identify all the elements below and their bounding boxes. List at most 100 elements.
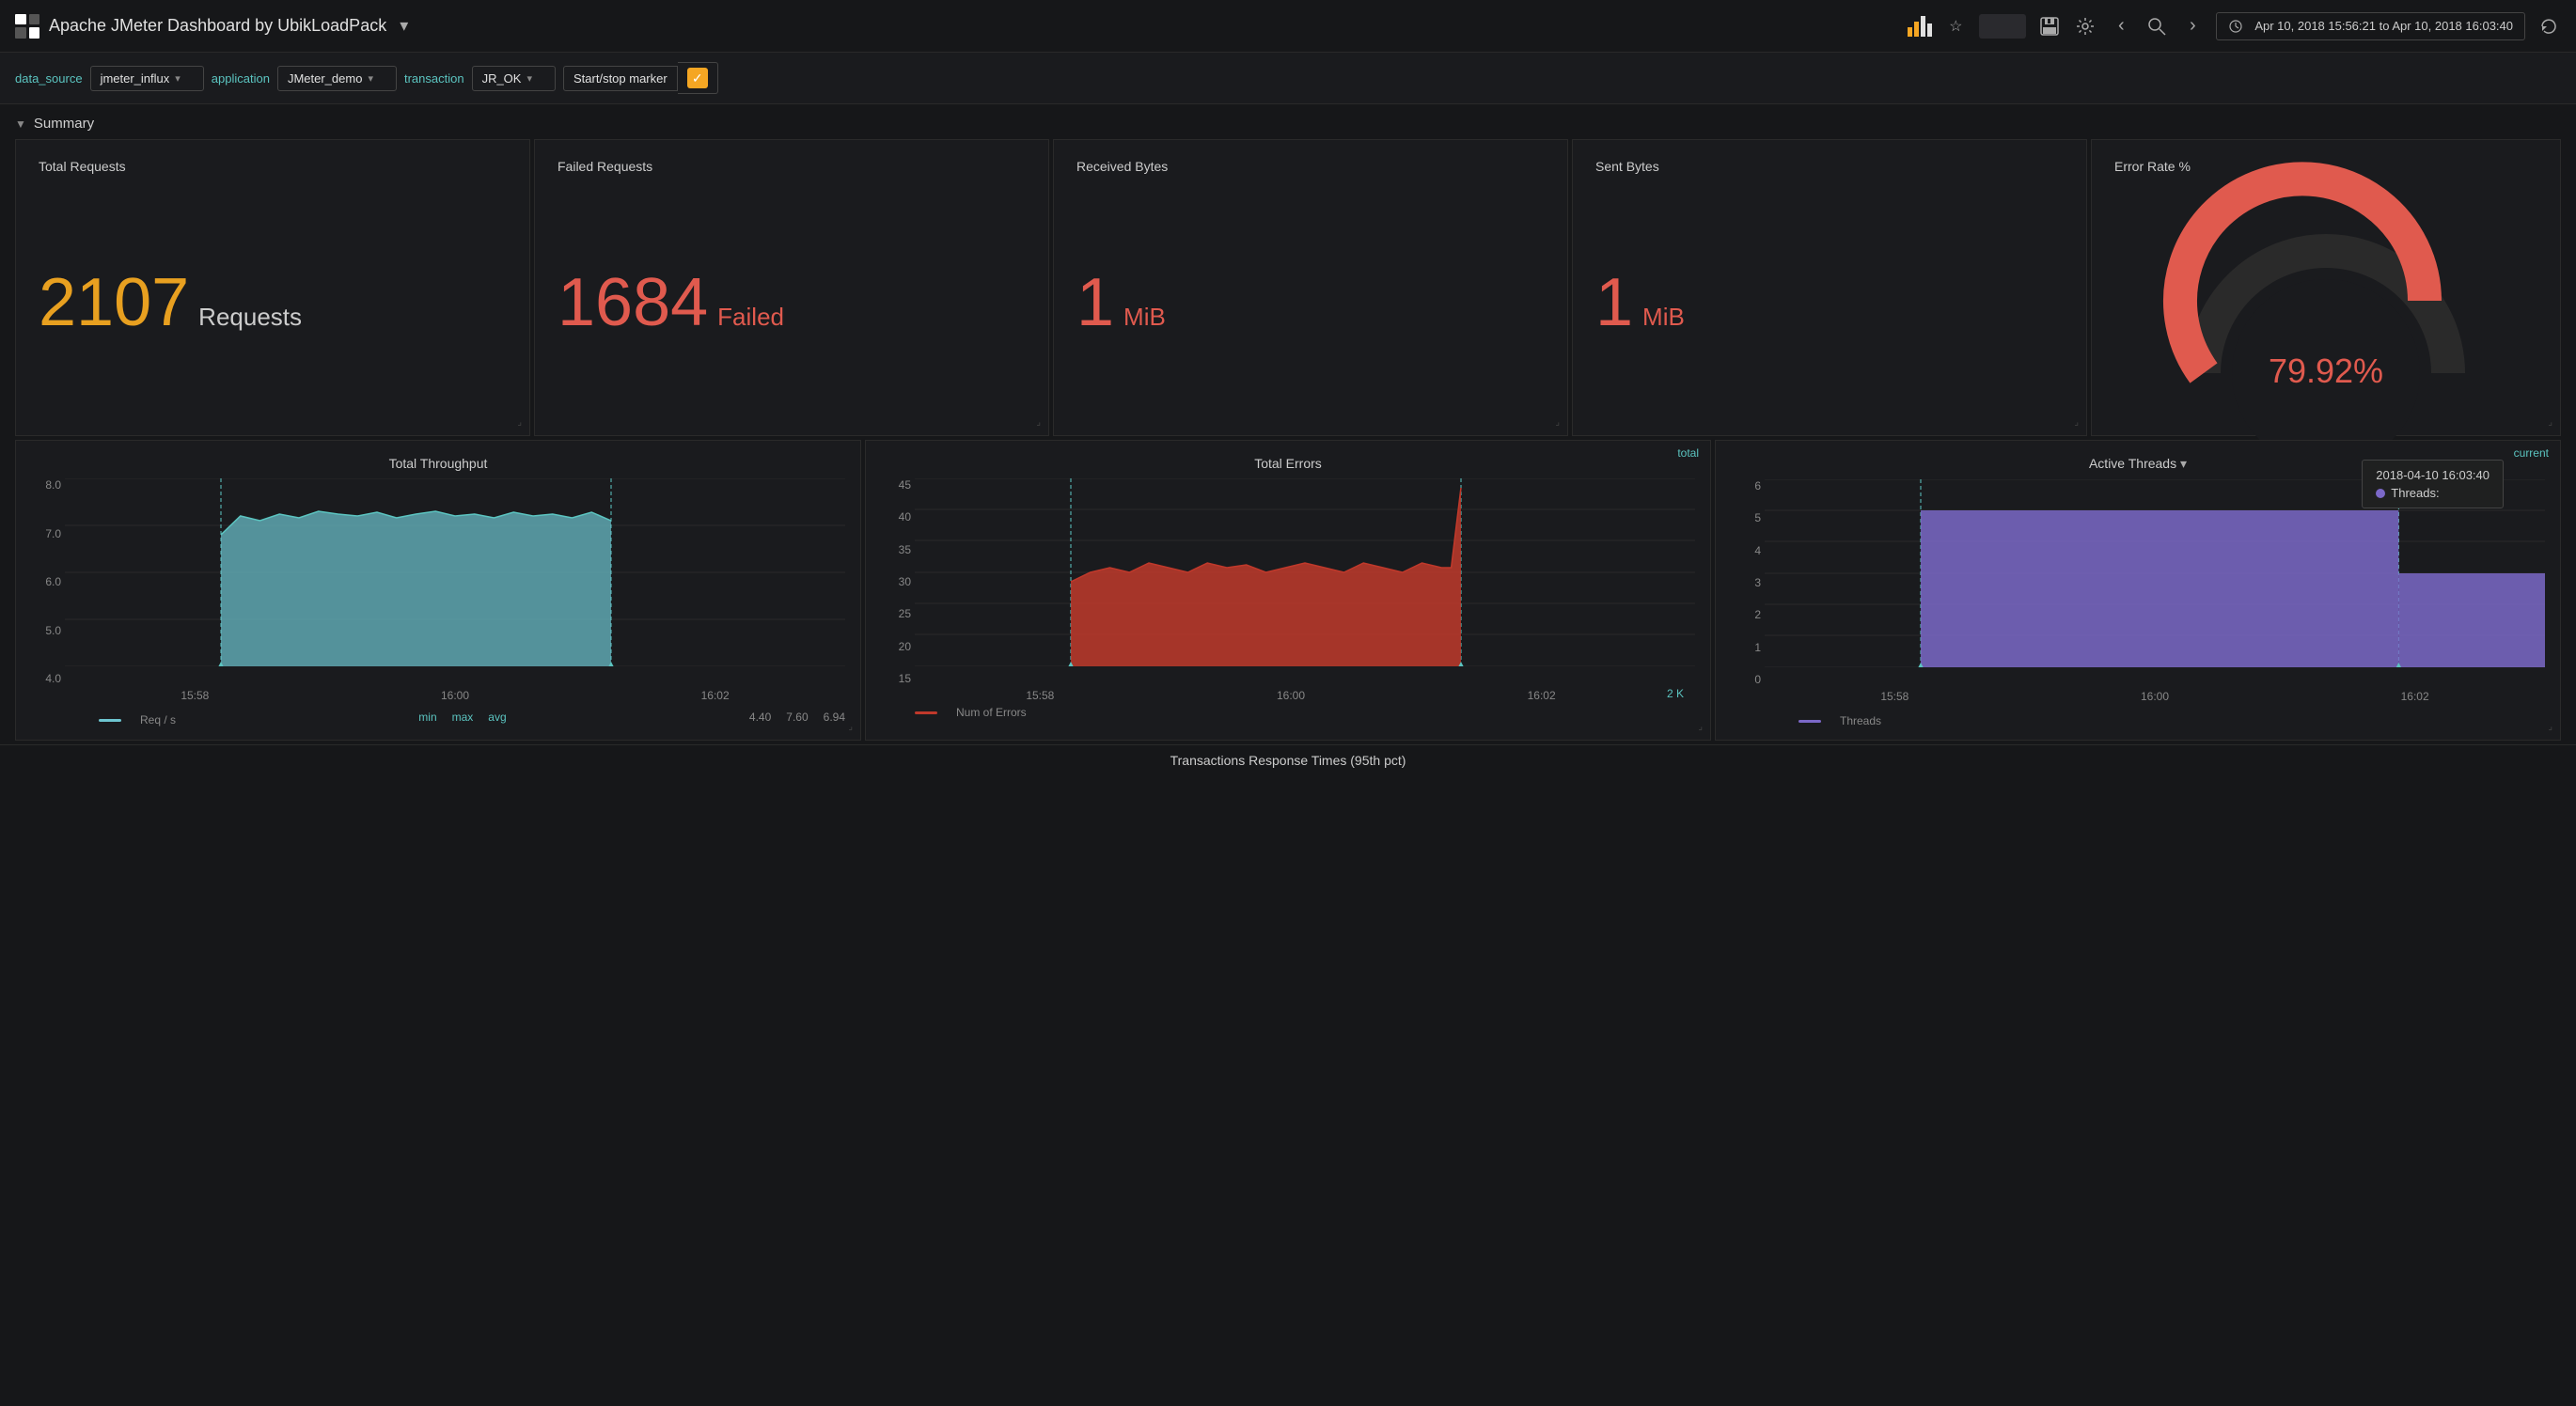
- failed-requests-value: 1684 Failed: [558, 269, 1026, 336]
- search-icon[interactable]: [2144, 14, 2169, 39]
- logo-cell-2: [29, 14, 40, 25]
- failed-requests-title: Failed Requests: [558, 159, 1026, 174]
- prev-icon[interactable]: ‹: [2109, 14, 2133, 39]
- errors-legend: Num of Errors: [915, 706, 1695, 719]
- collapse-icon[interactable]: ▼: [15, 117, 26, 131]
- svg-text:79.92%: 79.92%: [2269, 352, 2383, 390]
- errors-bottom-row: 15:58 16:00 16:02 2 K: [881, 685, 1695, 702]
- total-requests-title: Total Requests: [39, 159, 507, 174]
- throughput-legend-label: Req / s: [140, 713, 176, 726]
- charts-row: Total Throughput 8.0 7.0 6.0 5.0 4.0: [0, 436, 2576, 741]
- refresh-icon[interactable]: [2537, 14, 2561, 39]
- errors-x-axis: 15:58 16:00 16:02: [915, 685, 1667, 702]
- throughput-min: 4.40: [749, 711, 771, 724]
- top-navigation: Apache JMeter Dashboard by UbikLoadPack …: [0, 0, 2576, 53]
- failed-requests-unit: Failed: [717, 303, 784, 332]
- application-select[interactable]: JMeter_demo ▾: [277, 66, 397, 91]
- error-rate-card: Error Rate % 79.92% ⌟: [2091, 139, 2561, 436]
- failed-requests-card: Failed Requests 1684 Failed ⌟: [534, 139, 1049, 436]
- summary-label: Summary: [34, 116, 94, 132]
- failed-requests-corner: ⌟: [1036, 417, 1041, 428]
- checkbox-icon: ✓: [687, 68, 708, 88]
- received-bytes-title: Received Bytes: [1076, 159, 1545, 174]
- star-icon[interactable]: ☆: [1943, 14, 1968, 39]
- threads-legend-row: Threads: [1765, 709, 2545, 727]
- errors-total-value: 2 K: [1667, 687, 1684, 700]
- errors-y-axis: 45 40 35 30 25 20 15: [881, 478, 915, 685]
- data-source-label: data_source: [15, 71, 83, 86]
- threads-chart-inner: [1765, 479, 2545, 667]
- throughput-chart-area: 8.0 7.0 6.0 5.0 4.0: [31, 478, 845, 685]
- throughput-max: 7.60: [786, 711, 808, 724]
- throughput-avg: 6.94: [824, 711, 845, 724]
- received-bytes-number: 1: [1076, 269, 1114, 336]
- throughput-stat-values: 4.40 7.60 6.94: [749, 711, 845, 724]
- save-icon[interactable]: [2037, 14, 2062, 39]
- throughput-svg: [65, 478, 845, 666]
- time-range-text: Apr 10, 2018 15:56:21 to Apr 10, 2018 16…: [2254, 19, 2513, 33]
- threads-title-caret[interactable]: ▾: [2180, 456, 2187, 471]
- start-stop-button[interactable]: ✓: [678, 62, 718, 94]
- errors-total-label: total: [1677, 446, 1699, 460]
- summary-section-header: ▼ Summary: [0, 104, 2576, 139]
- errors-chart-panel: Total Errors total 45 40 35 30 25 20 15: [865, 440, 1711, 741]
- received-bytes-value: 1 MiB: [1076, 269, 1545, 336]
- filter-bar: data_source jmeter_influx ▾ application …: [0, 53, 2576, 104]
- threads-chart-title: Active Threads ▾: [1731, 456, 2545, 472]
- throughput-stats: min max avg: [418, 711, 506, 724]
- throughput-legend-row: Req / s min max avg 4.40 7.60 6.94: [65, 708, 845, 726]
- logo-cell-4: [29, 27, 40, 39]
- start-stop-label: Start/stop marker: [563, 66, 678, 91]
- errors-legend-label: Num of Errors: [956, 706, 1027, 719]
- sent-bytes-corner: ⌟: [2074, 417, 2079, 428]
- threads-y-axis: 6 5 4 3 2 1 0: [1731, 479, 1765, 686]
- threads-chart-area: 6 5 4 3 2 1 0: [1731, 479, 2545, 686]
- settings-icon[interactable]: [2073, 14, 2097, 39]
- errors-legend-line: [915, 711, 937, 714]
- threads-chart-panel: Active Threads ▾ current 2018-04-10 16:0…: [1715, 440, 2561, 741]
- threads-current-label: current: [2514, 446, 2549, 460]
- threads-legend-line: [1798, 720, 1821, 723]
- transaction-caret-icon: ▾: [526, 72, 532, 85]
- bar-chart-icon[interactable]: [1908, 14, 1932, 39]
- app-title-caret[interactable]: ▾: [400, 16, 408, 36]
- logo-cell-1: [15, 14, 26, 25]
- logo-cell-3: [15, 27, 26, 39]
- sent-bytes-title: Sent Bytes: [1595, 159, 2064, 174]
- error-rate-corner: ⌟: [2548, 417, 2552, 428]
- errors-svg: [915, 478, 1695, 666]
- total-requests-value: 2107 Requests: [39, 269, 507, 336]
- data-source-select[interactable]: jmeter_influx ▾: [90, 66, 204, 91]
- sent-bytes-value: 1 MiB: [1595, 269, 2064, 336]
- threads-svg: [1765, 479, 2545, 667]
- bottom-section-label: Transactions Response Times (95th pct): [0, 744, 2576, 775]
- failed-requests-number: 1684: [558, 269, 708, 336]
- received-bytes-card: Received Bytes 1 MiB ⌟: [1053, 139, 1568, 436]
- app-title: Apache JMeter Dashboard by UbikLoadPack: [49, 16, 386, 36]
- gauge-svg: 79.92%: [2175, 195, 2476, 420]
- throughput-chart-panel: Total Throughput 8.0 7.0 6.0 5.0 4.0: [15, 440, 861, 741]
- time-range-display[interactable]: Apr 10, 2018 15:56:21 to Apr 10, 2018 16…: [2216, 12, 2525, 40]
- sent-bytes-card: Sent Bytes 1 MiB ⌟: [1572, 139, 2087, 436]
- threads-x-axis: 15:58 16:00 16:02: [1765, 686, 2545, 703]
- total-requests-card: Total Requests 2107 Requests ⌟: [15, 139, 530, 436]
- next-icon[interactable]: ›: [2180, 14, 2205, 39]
- data-source-caret-icon: ▾: [175, 72, 181, 85]
- total-requests-unit: Requests: [198, 303, 302, 332]
- received-bytes-corner: ⌟: [1555, 417, 1560, 428]
- throughput-chart-title: Total Throughput: [31, 456, 845, 471]
- stat-cards-row: Total Requests 2107 Requests ⌟ Failed Re…: [0, 139, 2576, 436]
- throughput-legend: Req / s: [99, 713, 176, 726]
- throughput-chart-inner: [65, 478, 845, 666]
- application-label: application: [212, 71, 270, 86]
- sent-bytes-number: 1: [1595, 269, 1633, 336]
- threads-legend-label: Threads: [1840, 714, 1881, 727]
- dashboard-name-field[interactable]: [1979, 14, 2026, 39]
- logo-grid-icon: [15, 14, 39, 39]
- app-logo: Apache JMeter Dashboard by UbikLoadPack …: [15, 14, 408, 39]
- throughput-y-axis: 8.0 7.0 6.0 5.0 4.0: [31, 478, 65, 685]
- sent-bytes-unit: MiB: [1642, 303, 1685, 332]
- errors-chart-inner: [915, 478, 1695, 666]
- transaction-select[interactable]: JR_OK ▾: [472, 66, 556, 91]
- throughput-legend-line: [99, 719, 121, 722]
